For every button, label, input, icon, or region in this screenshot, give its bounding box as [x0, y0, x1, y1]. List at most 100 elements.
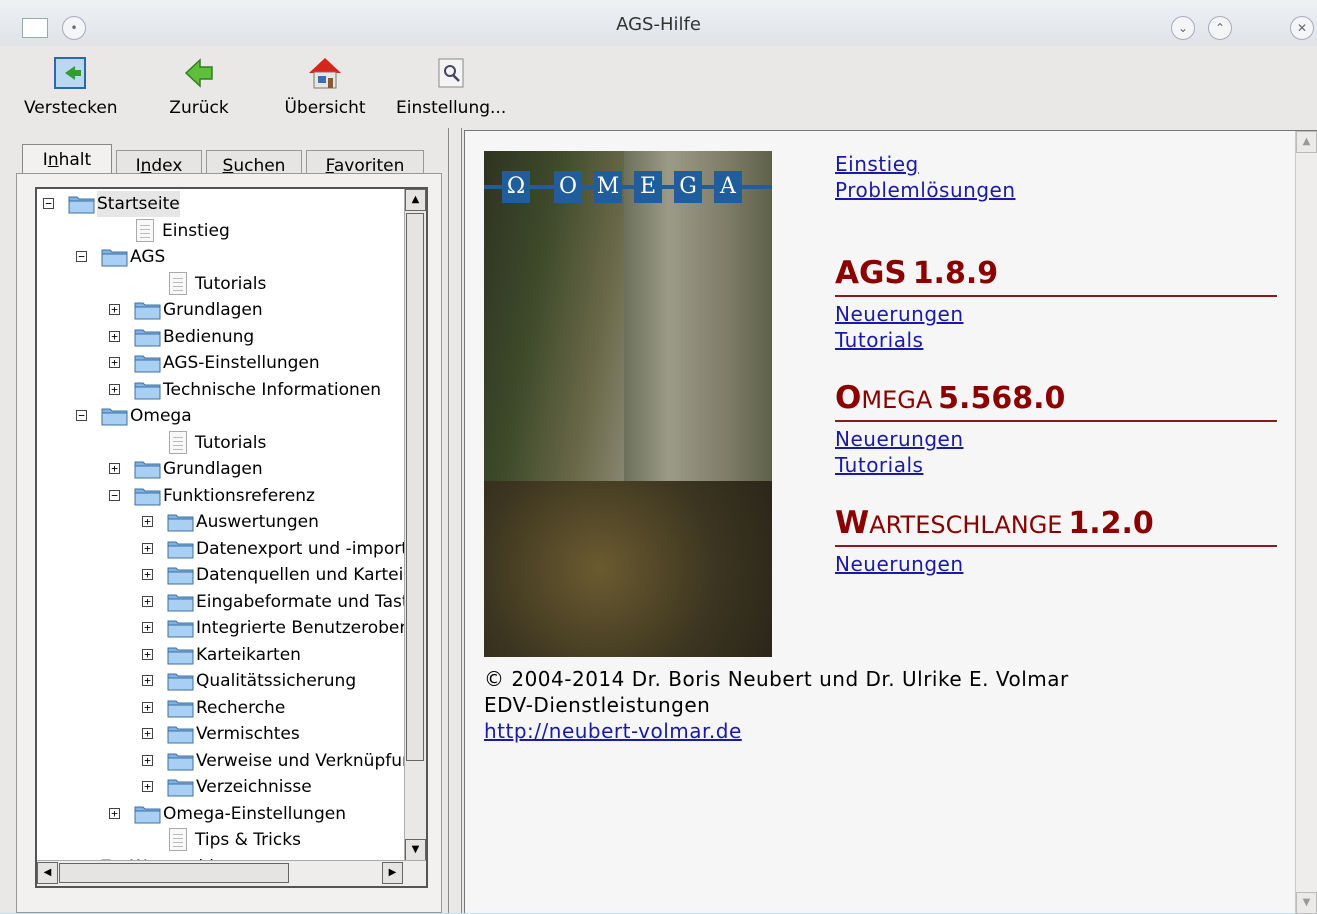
expand-icon[interactable]: +: [142, 595, 153, 607]
link-problemloesungen[interactable]: Problemlösungen: [835, 177, 1016, 203]
tree-node-label: Datenexport und -import: [196, 538, 408, 559]
expand-icon[interactable]: +: [109, 357, 120, 368]
expand-icon[interactable]: +: [142, 622, 153, 633]
omega-tree-photo: Ω O M E G A: [484, 151, 772, 657]
content-scroll-up-arrow-icon[interactable]: ▲: [1296, 131, 1317, 153]
close-button[interactable]: ✕: [1290, 16, 1314, 40]
collapse-icon[interactable]: −: [43, 198, 54, 209]
back-button[interactable]: Zurück: [166, 54, 232, 118]
expand-icon[interactable]: +: [142, 754, 153, 766]
content-vertical-scrollbar[interactable]: ▲ ▼: [1295, 131, 1317, 914]
folder-icon: [101, 406, 128, 426]
hide-button[interactable]: Verstecken: [24, 54, 118, 118]
top-links: Einstieg Problemlösungen: [835, 151, 1016, 203]
folder-icon: [134, 300, 161, 320]
folder-icon: [167, 751, 194, 771]
footer: © 2004-2014 Dr. Boris Neubert und Dr. Ul…: [484, 666, 1069, 744]
help-window: • AGS-Hilfe ⌄ ⌃ ✕ Verstecken Zurück Über…: [0, 0, 1317, 914]
content-scroll-down-arrow-icon[interactable]: ▼: [1296, 892, 1317, 914]
tree-node-label: Auswertungen: [196, 512, 319, 532]
website-link[interactable]: http://neubert-volmar.de: [484, 718, 1069, 744]
expand-icon[interactable]: +: [142, 516, 153, 527]
expand-icon[interactable]: +: [142, 648, 153, 660]
folder-icon: [134, 353, 161, 373]
photo-ground: [484, 481, 772, 657]
expand-icon[interactable]: +: [142, 728, 153, 739]
expand-icon[interactable]: +: [142, 675, 153, 686]
window-title: AGS-Hilfe: [616, 14, 701, 35]
logo-letter: A: [714, 171, 742, 203]
tree-node-label: Tips & Tricks: [195, 830, 301, 850]
scroll-right-arrow-icon[interactable]: ▶: [382, 862, 403, 884]
folder-icon: [101, 247, 128, 267]
document-icon: [169, 430, 187, 454]
ags-tutorials-link[interactable]: Tutorials: [835, 327, 964, 353]
folder-icon: [167, 539, 194, 559]
expand-icon[interactable]: +: [142, 781, 153, 792]
tree-node-label: Integrierte Benutzerober: [196, 618, 407, 638]
tree-node-label: Qualitätssicherung: [196, 671, 357, 691]
overview-button[interactable]: Übersicht: [284, 54, 366, 118]
tree-node-label: Vermischtes: [196, 724, 300, 744]
tree-node-label: Datenquellen und Karteie: [196, 565, 414, 585]
ags-name: AGS: [835, 255, 907, 291]
omega-name-first: O: [835, 380, 862, 416]
scroll-down-arrow-icon[interactable]: ▼: [405, 839, 426, 861]
minimize-button[interactable]: ⌄: [1171, 16, 1195, 40]
expand-icon[interactable]: +: [109, 304, 120, 315]
scroll-left-arrow-icon[interactable]: ◀: [37, 862, 58, 884]
expand-icon[interactable]: +: [109, 463, 120, 474]
tree-node-label: Grundlagen: [163, 459, 263, 479]
maximize-button[interactable]: ⌃: [1208, 16, 1232, 40]
expand-icon[interactable]: +: [142, 542, 153, 554]
tree-node-label: AGS: [130, 247, 166, 267]
tree-node-label: Karteikarten: [196, 644, 301, 665]
tree-node-label: Omega: [130, 406, 192, 426]
folder-icon: [134, 459, 161, 479]
collapse-icon[interactable]: −: [76, 251, 87, 262]
back-arrow-icon: [184, 58, 213, 88]
expand-icon[interactable]: +: [142, 569, 153, 580]
folder-icon: [68, 194, 95, 214]
company-text: EDV-Dienstleistungen: [484, 693, 711, 717]
omega-tutorials-link[interactable]: Tutorials: [835, 452, 964, 478]
hide-panel-icon: [54, 57, 86, 89]
contents-tree[interactable]: − Startseite Einstieg − AGS Tutorials + Grundla…: [35, 187, 428, 888]
tree-vertical-scroll-thumb[interactable]: [406, 213, 424, 761]
omega-news-link[interactable]: Neuerungen: [835, 426, 964, 452]
logo-letter: O: [554, 171, 582, 203]
link-einstieg[interactable]: Einstieg: [835, 151, 1016, 177]
contents-tab-panel: − Startseite Einstieg − AGS Tutorials + Grundla…: [16, 173, 442, 913]
logo-letter: G: [674, 171, 702, 203]
omega-version: 5.568.0: [938, 381, 1066, 416]
navigation-pane: Inhalt Index Suchen Favoriten − Startseit…: [16, 134, 442, 913]
tree-node-label: Grundlagen: [163, 300, 263, 320]
ags-links: Neuerungen Tutorials: [835, 301, 964, 353]
tree-node-label: Funktionsreferenz: [163, 485, 315, 506]
queue-version: 1.2.0: [1068, 506, 1154, 541]
tree-node-label: AGS-Einstellungen: [163, 353, 320, 373]
tree-node-label: Einstieg: [162, 220, 230, 241]
tree-vertical-scrollbar[interactable]: ▲ ▼: [404, 189, 426, 861]
home-icon: [309, 58, 341, 89]
folder-icon: [167, 592, 194, 612]
omega-heading: OMEGA 5.568.0: [835, 380, 1277, 422]
queue-news-link[interactable]: Neuerungen: [835, 551, 964, 577]
tab-contents-mnemonic: n: [47, 150, 59, 170]
folder-icon: [167, 645, 194, 665]
expand-icon[interactable]: +: [109, 330, 120, 342]
scroll-up-arrow-icon[interactable]: ▲: [405, 189, 426, 211]
tree-node-label: Recherche: [196, 697, 286, 718]
tree-horizontal-scroll-thumb[interactable]: [59, 863, 289, 883]
collapse-icon[interactable]: −: [76, 410, 87, 421]
pane-splitter[interactable]: [448, 128, 462, 913]
settings-button[interactable]: Einstellung...: [396, 54, 506, 118]
photo-trunk: [624, 151, 772, 521]
tree-horizontal-scrollbar[interactable]: ◀ ▶: [37, 860, 426, 886]
expand-icon[interactable]: +: [109, 383, 120, 395]
collapse-icon[interactable]: −: [109, 489, 120, 501]
ags-news-link[interactable]: Neuerungen: [835, 301, 964, 327]
expand-icon[interactable]: +: [109, 807, 120, 819]
folder-icon: [167, 671, 194, 691]
expand-icon[interactable]: +: [142, 701, 153, 713]
